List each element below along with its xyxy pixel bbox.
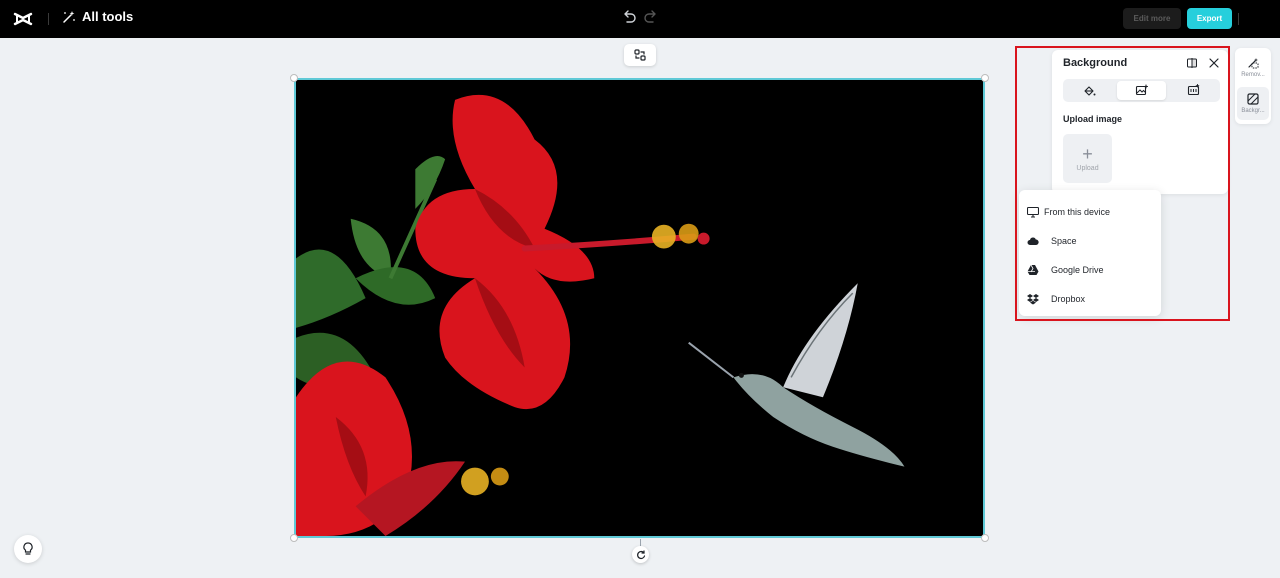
remove-background-icon (1248, 58, 1259, 69)
menu-item-from-this-device[interactable]: From this device (1019, 200, 1161, 224)
tab-color[interactable] (1065, 81, 1115, 100)
upload-button[interactable]: + Upload (1063, 134, 1112, 183)
resize-handle[interactable] (981, 74, 989, 82)
menu-item-label: Space (1051, 236, 1077, 246)
rail-item-label: Backgr... (1241, 108, 1265, 114)
menu-item-dropbox[interactable]: Dropbox (1019, 287, 1161, 311)
resize-handle[interactable] (290, 534, 298, 542)
hibiscus-hummingbird-image (296, 80, 983, 536)
upload-image-label: Upload image (1063, 114, 1123, 124)
template-icon (1187, 84, 1199, 96)
right-tool-rail: Remov... Backgr... (1235, 48, 1271, 124)
google-drive-icon (1027, 264, 1039, 275)
background-panel: Background Upload image + Upload (1052, 50, 1228, 194)
compare-icon[interactable] (1186, 57, 1198, 69)
resize-handle[interactable] (981, 534, 989, 542)
top-bar: All tools Edit more Export (0, 0, 1280, 38)
cloud-icon (1027, 237, 1039, 245)
resize-handle[interactable] (290, 74, 298, 82)
lightbulb-icon (23, 542, 33, 555)
close-icon[interactable] (1208, 57, 1220, 69)
rail-item-label: Remov... (1241, 72, 1265, 78)
rotate-icon (636, 549, 645, 559)
canvas-swap-button[interactable] (624, 44, 656, 66)
canvas-image[interactable] (294, 78, 985, 538)
rail-item-background[interactable]: Backgr... (1237, 87, 1269, 120)
paint-bucket-icon (1084, 86, 1096, 96)
edit-more-button[interactable]: Edit more (1123, 8, 1181, 29)
rail-item-remove-background[interactable]: Remov... (1237, 51, 1269, 84)
tips-button[interactable] (14, 535, 42, 563)
capcut-logo-icon[interactable] (13, 9, 33, 29)
background-icon (1247, 93, 1259, 105)
divider (48, 13, 49, 25)
menu-item-space[interactable]: Space (1019, 229, 1161, 253)
plus-icon: + (1082, 143, 1093, 164)
magic-wand-icon (63, 10, 75, 23)
image-add-icon (1135, 84, 1148, 96)
upload-button-label: Upload (1076, 164, 1099, 172)
all-tools-label: All tools (82, 9, 134, 24)
monitor-icon (1027, 206, 1039, 218)
menu-item-google-drive[interactable]: Google Drive (1019, 258, 1161, 282)
divider (1238, 13, 1239, 25)
menu-item-label: Dropbox (1051, 294, 1086, 304)
dropbox-icon (1027, 294, 1039, 305)
swap-icon (634, 49, 646, 61)
export-button[interactable]: Export (1187, 8, 1232, 29)
rotate-handle[interactable] (632, 546, 649, 563)
background-type-tabs (1063, 79, 1220, 102)
menu-item-label: Google Drive (1051, 265, 1104, 275)
menu-item-label: From this device (1044, 207, 1111, 217)
undo-icon[interactable] (621, 9, 637, 25)
tab-template[interactable] (1168, 81, 1218, 100)
panel-title: Background (1063, 57, 1128, 69)
all-tools-button[interactable]: All tools (62, 9, 133, 24)
tab-image[interactable] (1116, 81, 1167, 100)
redo-icon[interactable] (643, 9, 659, 25)
upload-source-menu: From this device Space Google Drive Drop… (1019, 190, 1161, 316)
